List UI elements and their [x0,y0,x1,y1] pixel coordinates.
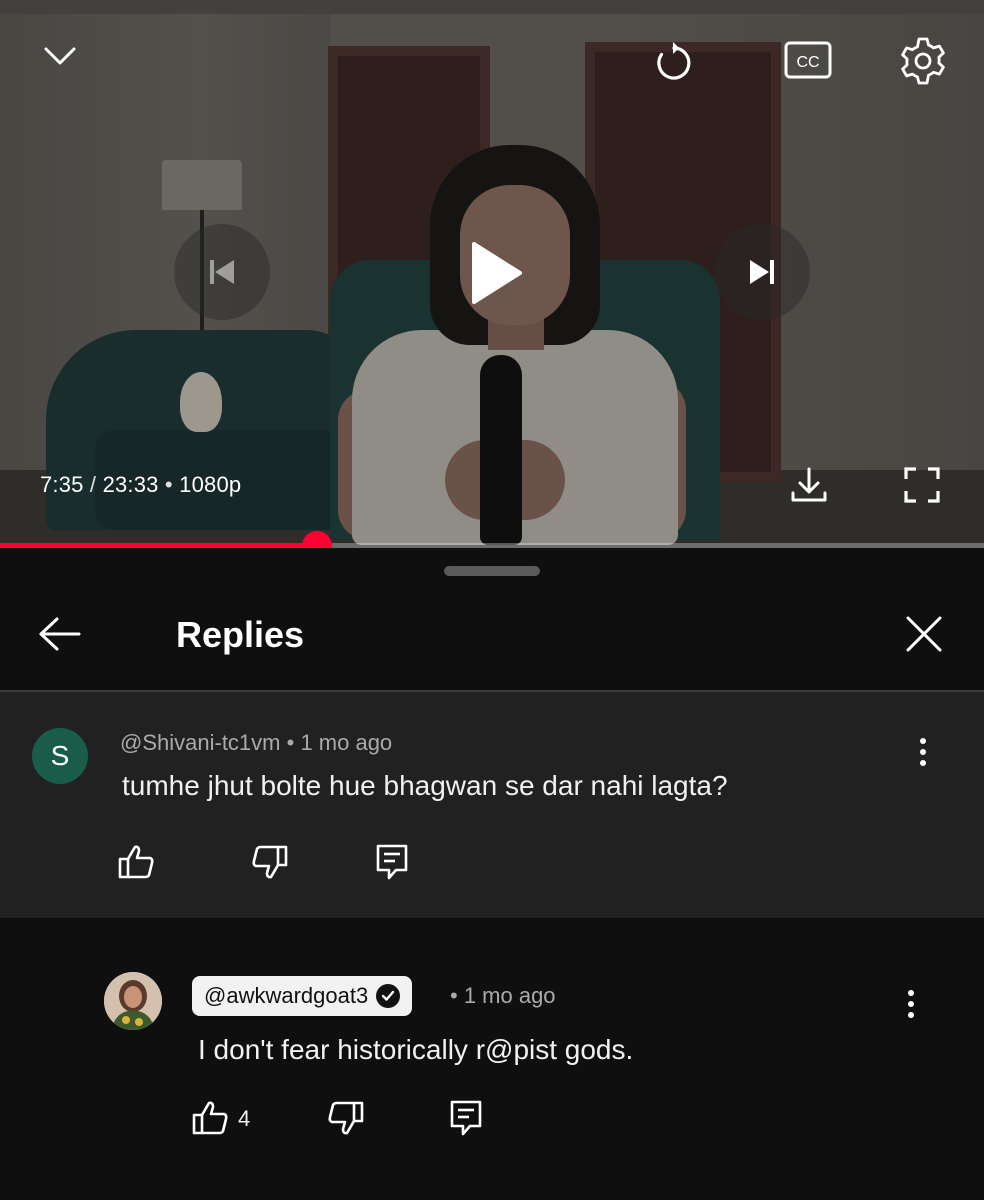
like-button[interactable] [186,1094,234,1142]
duration: 23:33 [102,472,159,497]
comment-author[interactable]: @Shivani-tc1vm [120,730,281,755]
gear-icon [901,37,945,85]
thumbs-up-icon [118,845,154,879]
progress-bar[interactable] [0,531,984,548]
download-button[interactable] [784,460,834,510]
back-button[interactable] [32,608,88,660]
next-icon [750,260,774,284]
quality-separator: • [158,472,180,497]
time-display: 7:35 / 23:33 • 1080p [40,472,241,498]
dislike-button[interactable] [322,1094,370,1142]
fullscreen-icon [904,467,940,503]
next-video-button[interactable] [714,224,810,320]
progress-fill [0,543,317,548]
quality-label: 1080p [179,472,242,497]
fullscreen-button[interactable] [896,460,948,510]
play-icon [472,242,522,304]
comment-text: I don't fear historically r@pist gods. [198,1034,634,1065]
reply-button[interactable] [442,1094,490,1142]
thumbs-up-icon [192,1101,228,1135]
settings-button[interactable] [894,32,952,90]
avatar[interactable]: S [32,728,88,784]
captions-button[interactable]: CC [780,38,836,82]
closed-captions-icon: CC [784,41,832,79]
drag-handle[interactable] [444,566,540,576]
avatar[interactable] [104,972,162,1030]
comment-age: 1 mo ago [300,730,393,755]
comment-author: @awkwardgoat3 [204,983,369,1008]
minimize-button[interactable] [36,36,84,76]
comment-menu-button[interactable] [896,982,926,1026]
download-icon [791,467,827,502]
comment-text: tumhe jhut bolte hue bhagwan se dar nahi… [122,770,728,801]
comment-meta: @Shivani-tc1vm • 1 mo ago [120,730,392,756]
more-vertical-icon [908,990,914,1018]
video-player[interactable]: CC 7:35 / 23:33 • 1080p [0,0,984,548]
dislike-button[interactable] [246,838,294,886]
close-icon [906,616,942,652]
meta-separator: • [280,730,301,755]
back-arrow-icon [39,617,81,651]
author-handle-badge[interactable]: @awkwardgoat3 [192,976,413,1016]
play-button[interactable] [456,228,536,318]
chevron-down-icon [44,47,76,65]
comment-menu-button[interactable] [908,730,938,774]
comment-icon [450,1100,482,1136]
replay-icon [657,42,691,80]
panel-title: Replies [176,614,305,655]
comment-icon [376,844,408,880]
previous-video-button[interactable] [174,224,270,320]
like-count: 4 [238,1106,251,1131]
reply-button[interactable] [368,838,416,886]
current-time: 7:35 [40,472,84,497]
autoplay-button[interactable] [648,36,700,88]
like-button[interactable] [112,838,160,886]
avatar-letter: S [50,740,70,771]
cc-label: CC [796,54,819,71]
verified-check-icon [376,984,401,1008]
thumbs-down-icon [328,1101,364,1135]
previous-icon [210,260,234,284]
comment-age: • 1 mo ago [450,983,556,1008]
time-separator: / [83,472,103,497]
close-button[interactable] [898,608,950,660]
thumbs-down-icon [252,845,288,879]
more-vertical-icon [920,738,926,766]
profile-photo [104,972,162,1030]
